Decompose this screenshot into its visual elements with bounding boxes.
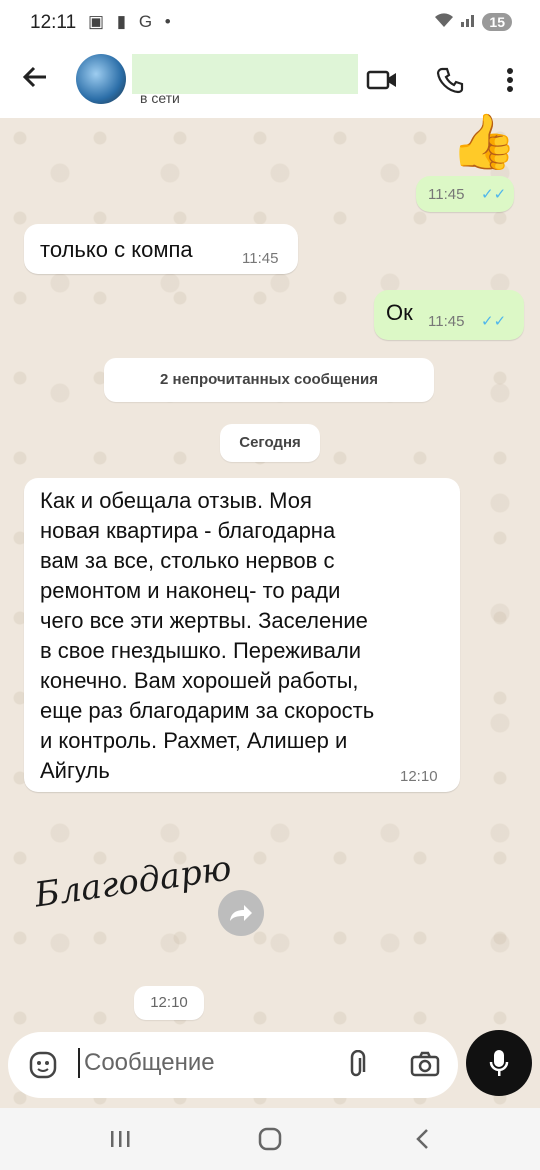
microphone-button[interactable] bbox=[466, 1030, 532, 1096]
outgoing-message[interactable]: Ок 11:45 ✓✓ bbox=[374, 290, 524, 340]
message-time: 12:10 bbox=[400, 768, 438, 785]
read-receipt-icon: ✓✓ bbox=[481, 186, 507, 203]
status-bar: 12:11 ▣ ▮ G • 15 bbox=[0, 0, 540, 46]
contact-name-redacted[interactable] bbox=[132, 54, 358, 94]
review-text: Как и обещала отзыв. Моя новая квартира … bbox=[40, 486, 374, 786]
review-line: конечно. Вам хорошей работы, bbox=[40, 668, 359, 693]
phone-call-icon[interactable] bbox=[432, 62, 468, 98]
message-text: только с компа bbox=[40, 237, 193, 262]
battery-icon: 15 bbox=[482, 12, 512, 31]
message-time: 11:45 bbox=[428, 186, 465, 203]
message-time: 11:45 bbox=[428, 313, 465, 330]
incoming-message[interactable]: только с компа 11:45 bbox=[24, 224, 298, 274]
unread-messages-banner: 2 непрочитанных сообщения bbox=[104, 358, 434, 402]
review-line: в свое гнездышко. Переживали bbox=[40, 638, 362, 663]
review-line: еще раз благодарим за скорость bbox=[40, 698, 375, 723]
review-line: вам за все, столько нервов с bbox=[40, 548, 335, 573]
wifi-icon bbox=[434, 12, 454, 31]
emoji-sticker-icon[interactable] bbox=[28, 1050, 58, 1085]
avatar[interactable] bbox=[76, 54, 126, 104]
back-arrow-icon[interactable] bbox=[18, 60, 52, 94]
attach-icon[interactable] bbox=[344, 1049, 368, 1085]
signal-icon bbox=[460, 13, 476, 30]
system-nav-bar bbox=[0, 1108, 540, 1170]
review-line: чего все эти жертвы. Заселение bbox=[40, 608, 368, 633]
status-time: 12:11 bbox=[30, 12, 77, 33]
notification-icons: ▣ ▮ G • bbox=[88, 12, 175, 31]
recent-apps-icon[interactable] bbox=[100, 1122, 140, 1156]
more-options-icon[interactable] bbox=[492, 62, 528, 98]
review-line: новая квартира - благодарна bbox=[40, 518, 336, 543]
thumbs-up-icon[interactable]: 👍 bbox=[450, 112, 517, 172]
message-text: Ок bbox=[386, 300, 413, 325]
review-line: и контроль. Рахмет, Алишер и bbox=[40, 728, 348, 753]
date-separator: Сегодня bbox=[220, 424, 320, 462]
status-right: 15 bbox=[434, 12, 512, 31]
home-icon[interactable] bbox=[250, 1122, 290, 1156]
microphone-icon bbox=[489, 1050, 509, 1076]
message-time: 11:45 bbox=[242, 250, 279, 267]
review-line: Как и обещала отзыв. Моя bbox=[40, 488, 312, 513]
message-composer bbox=[8, 1032, 458, 1098]
read-receipt-icon: ✓✓ bbox=[481, 313, 507, 330]
back-nav-icon[interactable] bbox=[402, 1122, 442, 1156]
message-input[interactable] bbox=[78, 1048, 336, 1078]
review-line: Айгуль bbox=[40, 758, 110, 783]
camera-icon[interactable] bbox=[410, 1051, 440, 1082]
incoming-review-message[interactable]: Как и обещала отзыв. Моя новая квартира … bbox=[24, 478, 460, 792]
chat-header: в сети bbox=[0, 46, 540, 118]
forward-icon[interactable] bbox=[218, 890, 264, 936]
contact-status: в сети bbox=[140, 90, 180, 104]
sticker-time: 12:10 bbox=[134, 986, 204, 1020]
outgoing-emoji-meta[interactable]: 11:45 ✓✓ bbox=[416, 176, 514, 212]
review-line: ремонтом и наконец- то ради bbox=[40, 578, 341, 603]
video-call-icon[interactable] bbox=[364, 62, 400, 98]
